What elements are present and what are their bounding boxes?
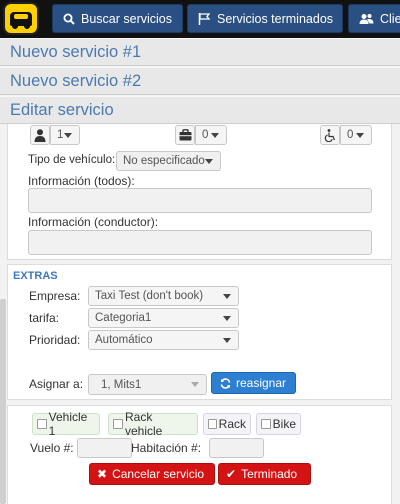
person-icon	[34, 129, 46, 142]
option-rack-vehicle[interactable]: Rack vehicle	[108, 410, 198, 438]
vehicle-type-select[interactable]: No especificado	[116, 151, 221, 171]
passengers-icon-box	[30, 125, 50, 145]
option-rack-vehicle-label: Rack vehicle	[125, 410, 163, 438]
info-all-label: Información (todos):	[28, 174, 135, 188]
option-bike[interactable]: Bike	[256, 413, 301, 435]
assign-value: 1, Mits1	[101, 379, 142, 391]
luggage-value: 0	[202, 129, 209, 141]
passengers-select[interactable]: 1	[50, 125, 80, 145]
briefcase-icon	[179, 129, 192, 141]
search-icon	[63, 13, 75, 25]
priority-select[interactable]: Automático	[88, 330, 239, 350]
extras-title: EXTRAS	[13, 270, 58, 282]
checkbox-vehicle-1[interactable]	[37, 419, 47, 429]
check-icon: ✔	[226, 467, 237, 481]
taxi-logo-icon[interactable]	[3, 2, 39, 35]
room-label: Habitación #:	[131, 441, 202, 455]
cancel-service-label: Cancelar servicio	[112, 467, 205, 481]
info-driver-input[interactable]	[28, 230, 372, 255]
assign-select[interactable]: 1, Mits1	[88, 374, 207, 395]
priority-value: Automático	[95, 334, 153, 346]
assign-label: Asignar a:	[29, 377, 84, 391]
option-vehicle-1-label: Vehicle 1	[48, 410, 88, 438]
option-rack-label: Rack	[218, 417, 246, 431]
wheelchair-icon	[324, 129, 336, 142]
company-label: Empresa:	[29, 289, 81, 303]
reassign-button[interactable]: reasignar	[211, 372, 296, 394]
vehicle-type-label: Tipo de vehículo:	[28, 154, 116, 166]
scrollbar[interactable]	[0, 299, 6, 504]
wheelchair-icon-box	[320, 125, 340, 145]
accordion-edit-service[interactable]: Editar servicio	[0, 96, 400, 124]
info-driver-label: Información (conductor):	[28, 215, 159, 229]
accordion-new-service-1[interactable]: Nuevo servicio #1	[0, 38, 400, 66]
option-vehicle-1[interactable]: Vehicle 1	[32, 410, 100, 438]
close-icon: ✖	[97, 467, 108, 481]
clients-button[interactable]: Clie	[348, 4, 400, 33]
flight-label: Vuelo #:	[30, 441, 74, 455]
checkbox-bike[interactable]	[261, 419, 271, 429]
checkbox-rack-vehicle[interactable]	[113, 419, 123, 429]
info-all-input[interactable]	[28, 188, 372, 213]
rate-value: Categoria1	[95, 312, 152, 324]
option-rack[interactable]: Rack	[203, 413, 251, 435]
checkbox-rack[interactable]	[208, 419, 217, 429]
option-bike-label: Bike	[272, 417, 296, 431]
cancel-service-button[interactable]: ✖ Cancelar servicio	[89, 463, 215, 485]
search-services-label: Buscar servicios	[81, 11, 172, 26]
reassign-label: reasignar	[236, 376, 287, 390]
accordion-label: Nuevo servicio #1	[10, 43, 142, 61]
finished-label: Terminado	[241, 467, 298, 481]
rate-select[interactable]: Categoria1	[88, 308, 239, 328]
search-services-button[interactable]: Buscar servicios	[52, 4, 183, 33]
wheelchair-select[interactable]: 0	[340, 125, 372, 145]
vehicle-type-value: No especificado	[123, 155, 205, 167]
flag-icon	[198, 12, 211, 25]
accordion-label: Editar servicio	[10, 101, 114, 119]
users-icon	[359, 13, 374, 24]
flight-input[interactable]	[77, 438, 132, 458]
priority-label: Prioridad:	[29, 333, 81, 347]
top-bar: Buscar servicios Servicios terminados Cl…	[0, 0, 400, 38]
company-value: Taxi Test (don't book)	[95, 290, 204, 302]
company-select[interactable]: Taxi Test (don't book)	[88, 286, 239, 306]
accordion-label: Nuevo servicio #2	[10, 72, 142, 90]
rate-label: tarifa:	[29, 311, 60, 325]
accordion-new-service-2[interactable]: Nuevo servicio #2	[0, 67, 400, 95]
clients-label: Clie	[380, 11, 400, 26]
finished-services-button[interactable]: Servicios terminados	[187, 4, 343, 33]
passengers-value: 1	[57, 129, 64, 141]
wheelchair-value: 0	[347, 129, 354, 141]
luggage-select[interactable]: 0	[195, 125, 227, 145]
finished-services-label: Servicios terminados	[217, 11, 334, 26]
refresh-icon	[220, 377, 231, 389]
luggage-icon-box	[175, 125, 195, 145]
room-input[interactable]	[209, 438, 264, 458]
finished-button[interactable]: ✔ Terminado	[218, 463, 311, 485]
